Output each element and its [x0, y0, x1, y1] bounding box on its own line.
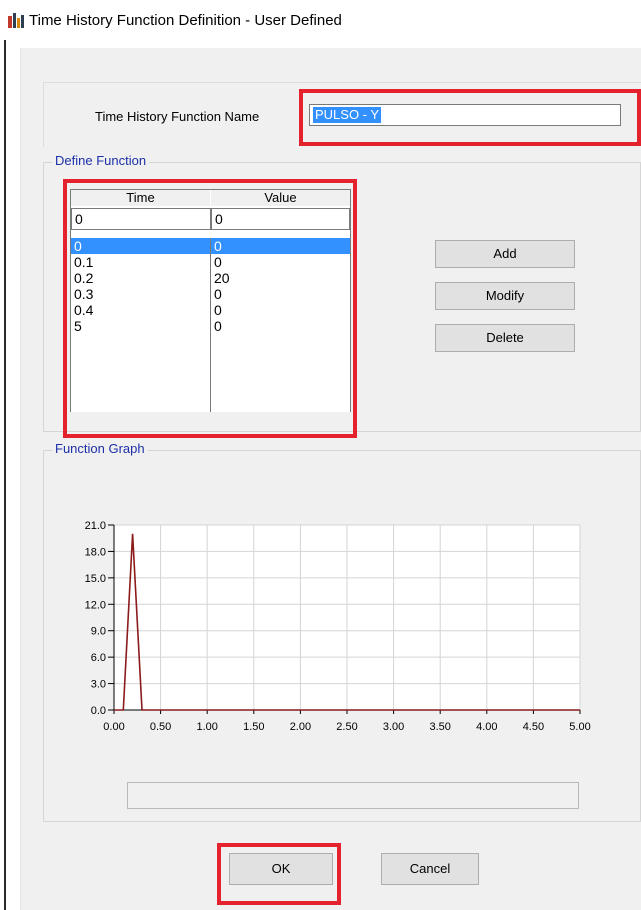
x-tick-label: 3.00	[383, 721, 404, 733]
function-name-value: PULSO - Y	[313, 107, 382, 123]
app-icon	[8, 13, 24, 28]
list-item[interactable]: 0	[211, 254, 350, 270]
add-button[interactable]: Add	[435, 240, 575, 268]
list-item[interactable]: 0.1	[71, 254, 210, 270]
time-list[interactable]: 0 0.1 0.2 0.3 0.4 5	[71, 238, 211, 412]
y-tick-label: 3.0	[91, 679, 106, 691]
x-tick-label: 2.00	[290, 721, 311, 733]
x-tick-label: 4.00	[476, 721, 497, 733]
graph-status-bar	[127, 782, 579, 809]
window-border	[4, 40, 6, 910]
list-item[interactable]: 0	[211, 318, 350, 334]
value-edit-field[interactable]: 0	[211, 208, 350, 230]
function-graph-title: Function Graph	[52, 441, 148, 456]
x-tick-label: 5.00	[569, 721, 590, 733]
list-item[interactable]: 0	[211, 286, 350, 302]
y-tick-label: 15.0	[85, 573, 106, 585]
cancel-button[interactable]: Cancel	[381, 853, 479, 885]
y-tick-label: 18.0	[85, 546, 106, 558]
delete-button[interactable]: Delete	[435, 324, 575, 352]
y-tick-label: 9.0	[91, 626, 106, 638]
x-tick-label: 4.50	[523, 721, 544, 733]
title-bar: Time History Function Definition - User …	[0, 0, 641, 40]
x-tick-label: 0.50	[150, 721, 171, 733]
list-item[interactable]: 20	[211, 270, 350, 286]
column-header-value[interactable]: Value	[211, 190, 350, 206]
x-tick-label: 3.50	[429, 721, 450, 733]
list-item[interactable]: 0.3	[71, 286, 210, 302]
value-list[interactable]: 0 0 20 0 0 0	[211, 238, 350, 412]
x-tick-label: 1.00	[196, 721, 217, 733]
x-tick-label: 2.50	[336, 721, 357, 733]
x-tick-label: 0.00	[103, 721, 124, 733]
list-item[interactable]: 0	[211, 302, 350, 318]
function-graph-chart: 0.00 0.50 1.00 1.50 2.00 2.50 3.00 3.50 4.00 4.50…	[85, 520, 591, 733]
function-table[interactable]: Time Value 0 0 0 0.1 0.2 0.3 0.4 5 0 0 2…	[70, 189, 351, 412]
x-tick-label: 1.50	[243, 721, 264, 733]
list-item[interactable]: 0	[71, 238, 210, 254]
ok-button[interactable]: OK	[229, 853, 333, 885]
y-tick-label: 21.0	[85, 520, 106, 532]
modify-button[interactable]: Modify	[435, 282, 575, 310]
y-tick-label: 6.0	[91, 652, 106, 664]
column-header-time[interactable]: Time	[71, 190, 210, 206]
y-tick-label: 12.0	[85, 599, 106, 611]
list-item[interactable]: 0.2	[71, 270, 210, 286]
list-item[interactable]: 5	[71, 318, 210, 334]
define-function-title: Define Function	[52, 153, 150, 168]
time-edit-field[interactable]: 0	[71, 208, 211, 230]
y-tick-label: 0.0	[91, 705, 106, 717]
window-title: Time History Function Definition - User …	[29, 12, 342, 29]
list-item[interactable]: 0.4	[71, 302, 210, 318]
function-name-input[interactable]: PULSO - Y	[309, 104, 621, 126]
list-item[interactable]: 0	[211, 238, 350, 254]
function-name-label: Time History Function Name	[95, 109, 260, 124]
